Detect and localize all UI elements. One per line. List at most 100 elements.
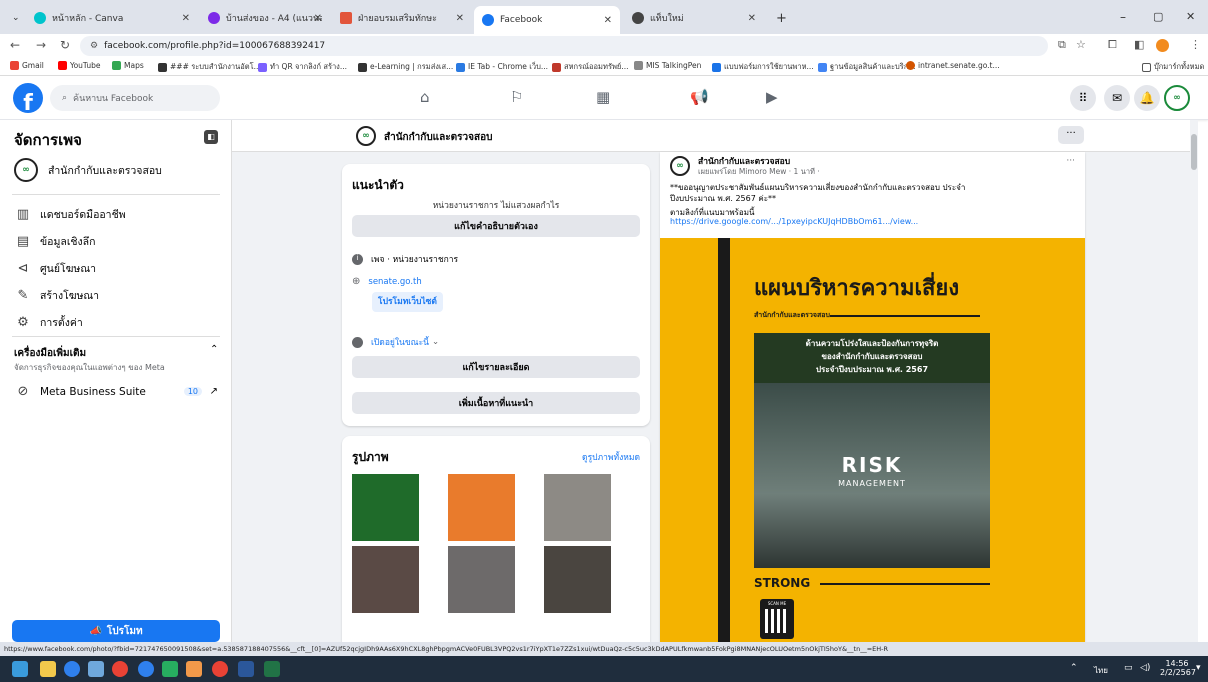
bookmark-vehicle[interactable]: แบบฟอร์มการใช้ยานพาห... [712, 61, 814, 73]
profile-avatar[interactable]: ∞ [1164, 85, 1190, 111]
photo-thumbnail[interactable] [544, 546, 611, 613]
network-icon[interactable]: ▭ [1124, 663, 1133, 673]
scrollbar-track[interactable] [1190, 120, 1198, 642]
excel-icon[interactable] [264, 661, 280, 677]
extensions-icon[interactable]: ⧠ [1108, 38, 1117, 52]
back-icon[interactable]: ← [10, 38, 20, 52]
add-featured-button[interactable]: เพิ่มเนื้อหาที่แนะนำ [352, 392, 640, 414]
photo-thumbnail[interactable] [448, 546, 515, 613]
close-icon[interactable]: ✕ [456, 13, 464, 24]
see-all-photos-link[interactable]: ดูรูปภาพทั้งหมด [582, 450, 640, 464]
messenger-icon[interactable]: ✉ [1104, 85, 1130, 111]
close-window-button[interactable]: ✕ [1186, 10, 1195, 23]
open-hours[interactable]: เปิดอยู่ในขณะนี้ ⌄ [352, 335, 439, 349]
post-image-poster[interactable]: แผนบริหารความเสี่ยง สำนักกำกับและตรวจสอบ… [660, 238, 1085, 642]
photo-thumbnail[interactable] [352, 546, 419, 613]
file-explorer-icon[interactable] [40, 661, 56, 677]
tab-facebook[interactable]: Facebook ✕ [474, 6, 620, 34]
post-more-button[interactable]: ··· [1066, 156, 1075, 166]
scrollbar-thumb[interactable] [1191, 134, 1197, 170]
profile-avatar[interactable] [1156, 39, 1169, 52]
bookmark-intranet[interactable]: intranet.senate.go.t... [906, 61, 1000, 70]
notification-center-icon[interactable]: ▾ [1196, 663, 1201, 673]
sidebar-item-insights[interactable]: ▤ ข้อมูลเชิงลึก [14, 233, 96, 250]
sidebar-page-profile[interactable]: ∞ สำนักกำกับและตรวจสอบ [14, 158, 162, 182]
tab-canva[interactable]: หน้าหลัก - Canva ✕ [26, 6, 198, 30]
notifications-icon[interactable]: 🔔 [1134, 85, 1160, 111]
tray-chevron-up-icon[interactable]: ⌃ [1070, 663, 1078, 673]
restore-button[interactable]: ▢ [1153, 10, 1163, 23]
sidepanel-icon[interactable]: ◧ [1134, 38, 1144, 51]
promote-website-button[interactable]: โปรโมทเว็บไซต์ [372, 292, 443, 312]
sidebar-item-create-ad[interactable]: ✎ สร้างโฆษณา [14, 287, 100, 304]
page-more-button[interactable]: ··· [1058, 126, 1084, 144]
store-icon[interactable] [88, 661, 104, 677]
tab-canva-design[interactable]: บ้านส่งของ - A4 (แนวนอน)✕ [200, 6, 330, 30]
sidebar-item-ad-center[interactable]: ⊲ ศูนย์โฆษณา [14, 260, 96, 277]
edge-icon[interactable] [64, 661, 80, 677]
forward-icon[interactable]: → [36, 38, 46, 52]
bookmark-ietab[interactable]: IE Tab - Chrome เว็บ... [456, 61, 548, 73]
tab-training[interactable]: ฝ่ายอบรมเสริมทักษะ ✕ [332, 6, 472, 30]
bookmark-youtube[interactable]: YouTube [58, 61, 101, 70]
url-field[interactable]: ⚙ facebook.com/profile.php?id=10006768839… [80, 36, 1048, 56]
search-input[interactable]: ⌕ ค้นหาบน Facebook [50, 85, 220, 111]
intro-website[interactable]: ⊕ senate.go.th [352, 276, 422, 287]
bookmark-star-icon[interactable]: ☆ [1076, 38, 1086, 51]
all-bookmarks[interactable]: บุ๊กมาร์กทั้งหมด [1142, 61, 1204, 73]
reload-icon[interactable]: ↻ [60, 38, 70, 52]
close-icon[interactable]: ✕ [314, 13, 322, 24]
bookmark-maps[interactable]: Maps [112, 61, 144, 70]
sidebar-item-settings[interactable]: ⚙ การตั้งค่า [14, 314, 83, 331]
start-icon[interactable] [12, 661, 28, 677]
tab-new[interactable]: แท็บใหม่ ✕ [624, 6, 764, 30]
post-link[interactable]: https://drive.google.com/.../1pxeyipcKUJ… [670, 217, 918, 226]
close-icon[interactable]: ✕ [604, 15, 612, 26]
photo-thumbnail[interactable] [448, 474, 515, 541]
chrome-icon[interactable] [112, 661, 128, 677]
sidebar-item-dashboard[interactable]: ▥ แดชบอร์ดมืออาชีพ [14, 206, 126, 223]
meta-business-suite-link[interactable]: ⊘ Meta Business Suite 10 ↗ [14, 384, 220, 399]
home-icon[interactable]: ⌂ [420, 88, 430, 106]
edit-bio-button[interactable]: แก้ไขคำอธิบายตัวเอง [352, 215, 640, 237]
bookmark-qr[interactable]: ทำ QR จากลิงก์ สร้าง... [258, 61, 347, 73]
bookmark-gmail[interactable]: Gmail [10, 61, 44, 70]
volume-icon[interactable]: ◁) [1140, 663, 1150, 673]
promote-button[interactable]: 📣 โปรโมท [12, 620, 220, 642]
menu-icon[interactable]: ⋮ [1190, 38, 1201, 51]
photo-thumbnail[interactable] [352, 474, 419, 541]
photo-thumbnail[interactable] [544, 474, 611, 541]
browser-icon[interactable] [138, 661, 154, 677]
close-icon[interactable]: ✕ [182, 13, 190, 24]
megaphone-icon[interactable]: 📢 [690, 88, 709, 106]
chevron-up-icon[interactable]: ⌃ [210, 344, 218, 355]
word-icon[interactable] [238, 661, 254, 677]
insights-icon[interactable]: ▦ [596, 88, 610, 106]
site-info-icon[interactable]: ⚙ [90, 41, 98, 51]
close-icon[interactable]: ✕ [748, 13, 756, 24]
app-icon[interactable] [186, 661, 202, 677]
language-indicator[interactable]: ไทย [1094, 664, 1108, 677]
cast-icon[interactable]: ⧉ [1058, 38, 1066, 52]
flag-icon[interactable]: ⚐ [510, 88, 523, 106]
clock-icon [352, 336, 363, 348]
bookmark-elearning[interactable]: e-Learning | กรมส่งเส... [358, 61, 453, 73]
divider [12, 336, 220, 337]
sidebar-toggle-icon[interactable]: ◧ [204, 130, 218, 144]
edit-details-button[interactable]: แก้ไขรายละเอียด [352, 356, 640, 378]
play-icon[interactable]: ▶ [766, 88, 778, 106]
clock[interactable]: 14:56 2/2/2567 [1160, 659, 1196, 677]
bookmark-office[interactable]: ### ระบบสำนักงานอัตโ... [158, 61, 261, 73]
bookmark-products[interactable]: ฐานข้อมูลสินค้าและบริก... [818, 61, 916, 73]
author-logo-icon: ∞ [670, 156, 690, 176]
facebook-logo[interactable]: f [13, 83, 43, 113]
minimize-button[interactable]: – [1120, 10, 1126, 24]
tab-search-button[interactable]: ⌄ [4, 10, 28, 26]
line-icon[interactable] [162, 661, 178, 677]
bookmark-coop[interactable]: สหกรณ์ออมทรัพย์... [552, 61, 628, 73]
chrome-profile-icon[interactable] [212, 661, 228, 677]
website-link[interactable]: senate.go.th [368, 277, 421, 287]
new-tab-button[interactable]: + [768, 6, 795, 30]
bookmark-mis[interactable]: MIS TalkingPen [634, 61, 701, 70]
apps-menu-icon[interactable]: ⠿ [1070, 85, 1096, 111]
